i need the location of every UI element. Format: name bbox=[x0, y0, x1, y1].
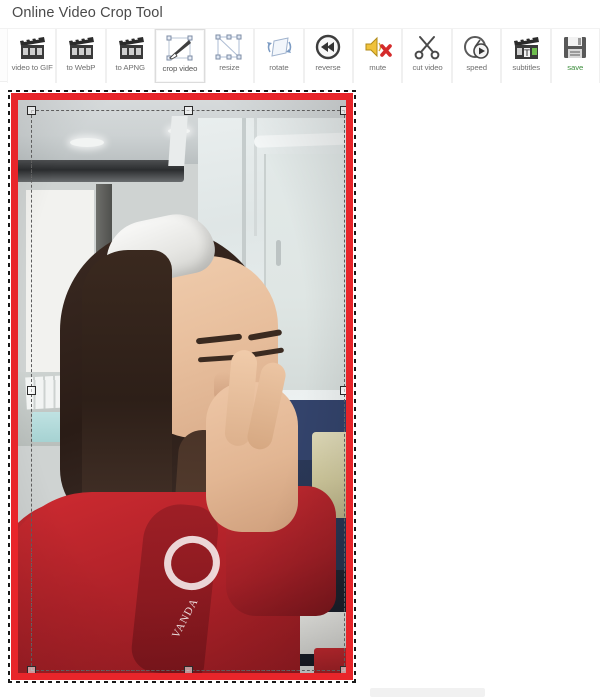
tool-button-cut-video[interactable]: cut video bbox=[402, 29, 452, 83]
tool-button-speed[interactable]: speed bbox=[451, 29, 502, 83]
crop-selection-rect[interactable] bbox=[27, 106, 346, 673]
svg-text:T: T bbox=[523, 49, 530, 59]
resize-icon bbox=[214, 33, 244, 62]
crop-handle-bottom-center[interactable] bbox=[183, 666, 193, 673]
clapperboard-icon bbox=[66, 33, 96, 62]
page-title: Online Video Crop Tool bbox=[12, 5, 163, 21]
tool-button-rotate[interactable]: rotate bbox=[254, 29, 304, 83]
tool-label: reverse bbox=[315, 63, 341, 72]
tool-button-to-apng[interactable]: to APNG bbox=[105, 29, 156, 83]
app-root: Online Video Crop Tool video to GIF to W… bbox=[0, 0, 600, 698]
video-frame[interactable]: VANDA A bbox=[11, 93, 353, 680]
tool-button-to-webp[interactable]: to WebP bbox=[56, 29, 106, 83]
speedometer-icon bbox=[462, 33, 492, 62]
clapperboard-icon bbox=[116, 33, 146, 62]
clapperboard-icon bbox=[17, 33, 47, 62]
tool-label: to APNG bbox=[115, 63, 146, 72]
subtitles-icon: T bbox=[511, 33, 541, 62]
tool-label: crop video bbox=[162, 64, 198, 73]
crop-handle-middle-left[interactable] bbox=[27, 386, 36, 395]
video-canvas: VANDA A bbox=[18, 100, 346, 673]
tool-label: subtitles bbox=[512, 63, 540, 72]
tool-label: save bbox=[567, 63, 584, 72]
tool-label: mute bbox=[369, 63, 387, 72]
tool-button-save[interactable]: save bbox=[550, 29, 600, 83]
tool-label: video to GIF bbox=[11, 63, 53, 72]
tool-button-subtitles[interactable]: T subtitles bbox=[501, 29, 551, 83]
reverse-icon bbox=[313, 33, 343, 62]
tool-label: resize bbox=[219, 63, 240, 72]
crop-handle-middle-right[interactable] bbox=[340, 386, 346, 395]
scissors-icon bbox=[412, 33, 442, 62]
tool-button-resize[interactable]: resize bbox=[204, 29, 255, 83]
tool-label: cut video bbox=[411, 63, 443, 72]
toolbar: video to GIF to WebP to APNG crop video … bbox=[0, 28, 600, 83]
crop-handle-top-right[interactable] bbox=[340, 106, 346, 115]
crop-handle-bottom-left[interactable] bbox=[27, 666, 36, 673]
crop-handle-top-center[interactable] bbox=[183, 106, 193, 115]
tool-button-video-to-gif[interactable]: video to GIF bbox=[7, 29, 57, 83]
mute-speaker-icon bbox=[363, 33, 393, 62]
crop-icon bbox=[165, 34, 195, 63]
tool-button-mute[interactable]: mute bbox=[352, 29, 403, 83]
tool-label: speed bbox=[466, 63, 487, 72]
floppy-save-icon bbox=[560, 33, 590, 62]
tool-button-reverse[interactable]: reverse bbox=[303, 29, 353, 83]
rotate-icon bbox=[264, 33, 294, 62]
player-controls-partial[interactable] bbox=[370, 688, 485, 697]
video-crop-stage[interactable]: VANDA A bbox=[8, 90, 356, 683]
tool-label: rotate bbox=[269, 63, 289, 72]
tool-button-crop-video[interactable]: crop video bbox=[155, 29, 205, 83]
crop-handle-top-left[interactable] bbox=[27, 106, 36, 115]
tool-label: to WebP bbox=[66, 63, 96, 72]
crop-handle-bottom-right[interactable] bbox=[340, 666, 346, 673]
